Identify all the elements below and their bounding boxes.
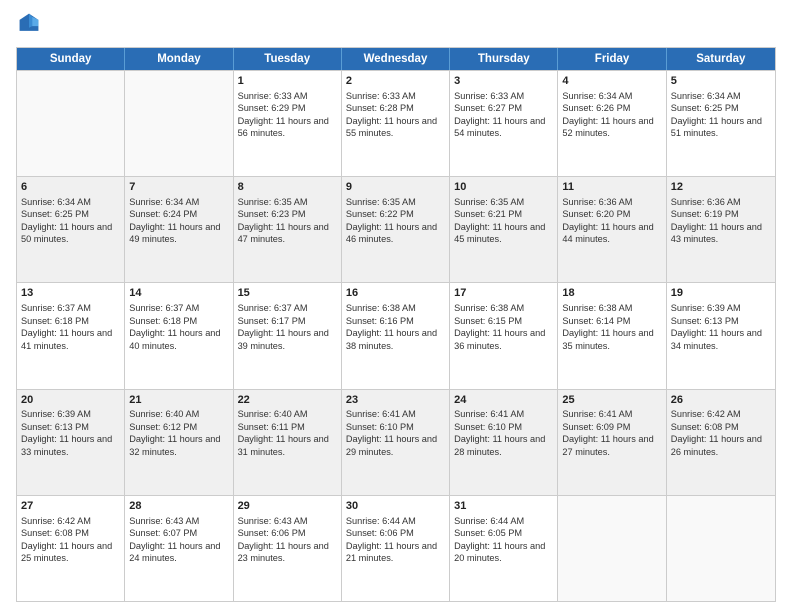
cal-cell [17,71,125,176]
logo [16,12,42,39]
weekday-header-sunday: Sunday [17,48,125,70]
cal-cell: 30Sunrise: 6:44 AMSunset: 6:06 PMDayligh… [342,496,450,601]
logo-icon [18,12,40,34]
cal-cell: 26Sunrise: 6:42 AMSunset: 6:08 PMDayligh… [667,390,775,495]
cal-cell: 16Sunrise: 6:38 AMSunset: 6:16 PMDayligh… [342,283,450,388]
cal-cell: 23Sunrise: 6:41 AMSunset: 6:10 PMDayligh… [342,390,450,495]
cal-cell: 10Sunrise: 6:35 AMSunset: 6:21 PMDayligh… [450,177,558,282]
cal-cell: 5Sunrise: 6:34 AMSunset: 6:25 PMDaylight… [667,71,775,176]
cal-cell: 20Sunrise: 6:39 AMSunset: 6:13 PMDayligh… [17,390,125,495]
cal-cell: 29Sunrise: 6:43 AMSunset: 6:06 PMDayligh… [234,496,342,601]
weekday-header-tuesday: Tuesday [234,48,342,70]
cal-cell: 21Sunrise: 6:40 AMSunset: 6:12 PMDayligh… [125,390,233,495]
week-row-1: 1Sunrise: 6:33 AMSunset: 6:29 PMDaylight… [17,70,775,176]
cal-cell: 13Sunrise: 6:37 AMSunset: 6:18 PMDayligh… [17,283,125,388]
week-row-2: 6Sunrise: 6:34 AMSunset: 6:25 PMDaylight… [17,176,775,282]
weekday-header-monday: Monday [125,48,233,70]
week-row-4: 20Sunrise: 6:39 AMSunset: 6:13 PMDayligh… [17,389,775,495]
cal-cell: 3Sunrise: 6:33 AMSunset: 6:27 PMDaylight… [450,71,558,176]
calendar: SundayMondayTuesdayWednesdayThursdayFrid… [16,47,776,602]
week-row-3: 13Sunrise: 6:37 AMSunset: 6:18 PMDayligh… [17,282,775,388]
cal-cell: 27Sunrise: 6:42 AMSunset: 6:08 PMDayligh… [17,496,125,601]
cal-cell: 7Sunrise: 6:34 AMSunset: 6:24 PMDaylight… [125,177,233,282]
cal-cell [667,496,775,601]
cal-cell: 9Sunrise: 6:35 AMSunset: 6:22 PMDaylight… [342,177,450,282]
cal-cell [558,496,666,601]
cal-cell: 11Sunrise: 6:36 AMSunset: 6:20 PMDayligh… [558,177,666,282]
cal-cell: 8Sunrise: 6:35 AMSunset: 6:23 PMDaylight… [234,177,342,282]
cal-cell: 4Sunrise: 6:34 AMSunset: 6:26 PMDaylight… [558,71,666,176]
cal-cell: 12Sunrise: 6:36 AMSunset: 6:19 PMDayligh… [667,177,775,282]
weekday-header-thursday: Thursday [450,48,558,70]
cal-cell [125,71,233,176]
calendar-body: 1Sunrise: 6:33 AMSunset: 6:29 PMDaylight… [17,70,775,601]
weekday-header-friday: Friday [558,48,666,70]
header [16,12,776,39]
page: SundayMondayTuesdayWednesdayThursdayFrid… [0,0,792,612]
weekday-header-wednesday: Wednesday [342,48,450,70]
cal-cell: 31Sunrise: 6:44 AMSunset: 6:05 PMDayligh… [450,496,558,601]
cal-cell: 18Sunrise: 6:38 AMSunset: 6:14 PMDayligh… [558,283,666,388]
cal-cell: 19Sunrise: 6:39 AMSunset: 6:13 PMDayligh… [667,283,775,388]
week-row-5: 27Sunrise: 6:42 AMSunset: 6:08 PMDayligh… [17,495,775,601]
cal-cell: 6Sunrise: 6:34 AMSunset: 6:25 PMDaylight… [17,177,125,282]
cal-cell: 17Sunrise: 6:38 AMSunset: 6:15 PMDayligh… [450,283,558,388]
cal-cell: 1Sunrise: 6:33 AMSunset: 6:29 PMDaylight… [234,71,342,176]
cal-cell: 15Sunrise: 6:37 AMSunset: 6:17 PMDayligh… [234,283,342,388]
cal-cell: 28Sunrise: 6:43 AMSunset: 6:07 PMDayligh… [125,496,233,601]
calendar-header-row: SundayMondayTuesdayWednesdayThursdayFrid… [17,48,775,70]
cal-cell: 25Sunrise: 6:41 AMSunset: 6:09 PMDayligh… [558,390,666,495]
cal-cell: 22Sunrise: 6:40 AMSunset: 6:11 PMDayligh… [234,390,342,495]
cal-cell: 2Sunrise: 6:33 AMSunset: 6:28 PMDaylight… [342,71,450,176]
cal-cell: 14Sunrise: 6:37 AMSunset: 6:18 PMDayligh… [125,283,233,388]
cal-cell: 24Sunrise: 6:41 AMSunset: 6:10 PMDayligh… [450,390,558,495]
weekday-header-saturday: Saturday [667,48,775,70]
